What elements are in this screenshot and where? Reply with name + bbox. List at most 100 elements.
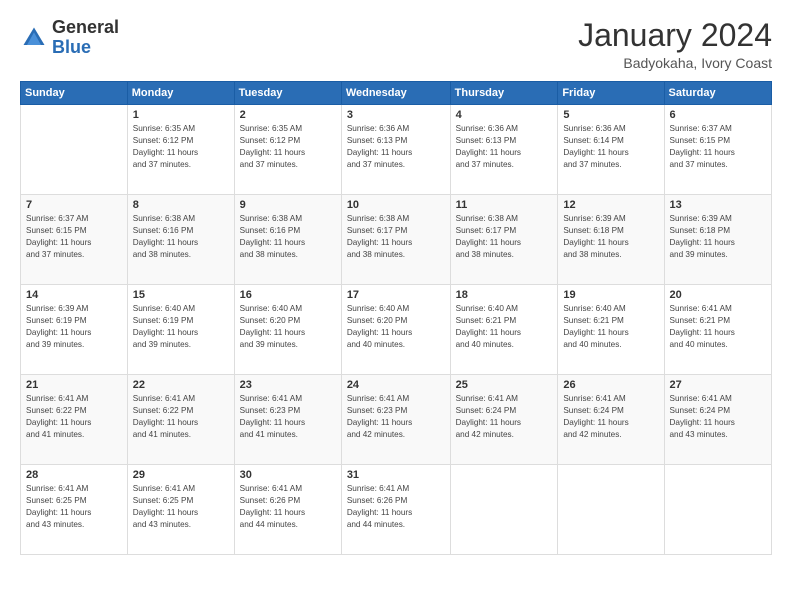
table-row: 6 Sunrise: 6:37 AM Sunset: 6:15 PM Daylig… — [664, 105, 772, 195]
day-number: 28 — [26, 469, 122, 481]
day-info: Sunrise: 6:38 AM Sunset: 6:16 PM Dayligh… — [240, 213, 336, 261]
day-number: 19 — [563, 289, 658, 301]
day-number: 14 — [26, 289, 122, 301]
table-row — [21, 105, 128, 195]
day-info: Sunrise: 6:41 AM Sunset: 6:26 PM Dayligh… — [240, 483, 336, 531]
logo-text: General Blue — [52, 18, 119, 58]
day-info: Sunrise: 6:41 AM Sunset: 6:23 PM Dayligh… — [347, 393, 445, 441]
table-row: 14 Sunrise: 6:39 AM Sunset: 6:19 PM Dayli… — [21, 285, 128, 375]
day-info: Sunrise: 6:40 AM Sunset: 6:19 PM Dayligh… — [133, 303, 229, 351]
day-number: 10 — [347, 199, 445, 211]
day-number: 5 — [563, 109, 658, 121]
table-row: 15 Sunrise: 6:40 AM Sunset: 6:19 PM Dayli… — [127, 285, 234, 375]
col-wednesday: Wednesday — [341, 82, 450, 105]
day-info: Sunrise: 6:40 AM Sunset: 6:20 PM Dayligh… — [240, 303, 336, 351]
day-number: 13 — [670, 199, 767, 211]
day-number: 29 — [133, 469, 229, 481]
day-number: 30 — [240, 469, 336, 481]
day-info: Sunrise: 6:36 AM Sunset: 6:13 PM Dayligh… — [347, 123, 445, 171]
table-row: 13 Sunrise: 6:39 AM Sunset: 6:18 PM Dayli… — [664, 195, 772, 285]
table-row: 7 Sunrise: 6:37 AM Sunset: 6:15 PM Daylig… — [21, 195, 128, 285]
col-monday: Monday — [127, 82, 234, 105]
day-number: 23 — [240, 379, 336, 391]
day-info: Sunrise: 6:35 AM Sunset: 6:12 PM Dayligh… — [240, 123, 336, 171]
table-row: 5 Sunrise: 6:36 AM Sunset: 6:14 PM Daylig… — [558, 105, 664, 195]
table-row: 30 Sunrise: 6:41 AM Sunset: 6:26 PM Dayli… — [234, 465, 341, 555]
table-row: 19 Sunrise: 6:40 AM Sunset: 6:21 PM Dayli… — [558, 285, 664, 375]
table-row: 20Sunrise: 6:41 AM Sunset: 6:21 PM Dayli… — [664, 285, 772, 375]
table-row — [664, 465, 772, 555]
title-month: January 2024 — [578, 18, 772, 53]
table-row: 11Sunrise: 6:38 AM Sunset: 6:17 PM Dayli… — [450, 195, 558, 285]
day-number: 16 — [240, 289, 336, 301]
day-number: 31 — [347, 469, 445, 481]
table-row: 29 Sunrise: 6:41 AM Sunset: 6:25 PM Dayli… — [127, 465, 234, 555]
week-row-5: 28 Sunrise: 6:41 AM Sunset: 6:25 PM Dayli… — [21, 465, 772, 555]
week-row-2: 7 Sunrise: 6:37 AM Sunset: 6:15 PM Daylig… — [21, 195, 772, 285]
table-row: 23 Sunrise: 6:41 AM Sunset: 6:23 PM Dayli… — [234, 375, 341, 465]
title-block: January 2024 Badyokaha, Ivory Coast — [578, 18, 772, 71]
table-row: 25Sunrise: 6:41 AM Sunset: 6:24 PM Dayli… — [450, 375, 558, 465]
day-info: Sunrise: 6:41 AM Sunset: 6:25 PM Dayligh… — [26, 483, 122, 531]
day-info: Sunrise: 6:41 AM Sunset: 6:22 PM Dayligh… — [26, 393, 122, 441]
table-row: 8 Sunrise: 6:38 AM Sunset: 6:16 PM Daylig… — [127, 195, 234, 285]
logo-icon — [20, 24, 48, 52]
day-info: Sunrise: 6:40 AM Sunset: 6:20 PM Dayligh… — [347, 303, 445, 351]
day-number: 12 — [563, 199, 658, 211]
day-info: Sunrise: 6:41 AM Sunset: 6:26 PM Dayligh… — [347, 483, 445, 531]
table-row: 27 Sunrise: 6:41 AM Sunset: 6:24 PM Dayli… — [664, 375, 772, 465]
day-number: 3 — [347, 109, 445, 121]
day-number: 22 — [133, 379, 229, 391]
table-row: 3 Sunrise: 6:36 AM Sunset: 6:13 PM Daylig… — [341, 105, 450, 195]
day-number: 18 — [456, 289, 553, 301]
day-number: 4 — [456, 109, 553, 121]
table-row: 10Sunrise: 6:38 AM Sunset: 6:17 PM Dayli… — [341, 195, 450, 285]
table-row: 12 Sunrise: 6:39 AM Sunset: 6:18 PM Dayli… — [558, 195, 664, 285]
day-number: 8 — [133, 199, 229, 211]
table-row: 9 Sunrise: 6:38 AM Sunset: 6:16 PM Daylig… — [234, 195, 341, 285]
col-saturday: Saturday — [664, 82, 772, 105]
col-tuesday: Tuesday — [234, 82, 341, 105]
day-number: 26 — [563, 379, 658, 391]
logo-blue: Blue — [52, 37, 91, 57]
day-number: 9 — [240, 199, 336, 211]
table-row: 17Sunrise: 6:40 AM Sunset: 6:20 PM Dayli… — [341, 285, 450, 375]
day-info: Sunrise: 6:39 AM Sunset: 6:18 PM Dayligh… — [670, 213, 767, 261]
col-thursday: Thursday — [450, 82, 558, 105]
table-row: 22 Sunrise: 6:41 AM Sunset: 6:22 PM Dayli… — [127, 375, 234, 465]
day-number: 11 — [456, 199, 553, 211]
day-number: 15 — [133, 289, 229, 301]
day-info: Sunrise: 6:39 AM Sunset: 6:18 PM Dayligh… — [563, 213, 658, 261]
calendar-header-row: Sunday Monday Tuesday Wednesday Thursday… — [21, 82, 772, 105]
day-info: Sunrise: 6:36 AM Sunset: 6:14 PM Dayligh… — [563, 123, 658, 171]
day-info: Sunrise: 6:41 AM Sunset: 6:22 PM Dayligh… — [133, 393, 229, 441]
day-info: Sunrise: 6:41 AM Sunset: 6:24 PM Dayligh… — [670, 393, 767, 441]
week-row-4: 21 Sunrise: 6:41 AM Sunset: 6:22 PM Dayli… — [21, 375, 772, 465]
week-row-3: 14 Sunrise: 6:39 AM Sunset: 6:19 PM Dayli… — [21, 285, 772, 375]
page: General Blue January 2024 Badyokaha, Ivo… — [0, 0, 792, 612]
day-info: Sunrise: 6:41 AM Sunset: 6:25 PM Dayligh… — [133, 483, 229, 531]
table-row: 24Sunrise: 6:41 AM Sunset: 6:23 PM Dayli… — [341, 375, 450, 465]
day-number: 25 — [456, 379, 553, 391]
day-number: 6 — [670, 109, 767, 121]
day-number: 27 — [670, 379, 767, 391]
day-info: Sunrise: 6:38 AM Sunset: 6:16 PM Dayligh… — [133, 213, 229, 261]
day-number: 21 — [26, 379, 122, 391]
day-number: 2 — [240, 109, 336, 121]
week-row-1: 1Sunrise: 6:35 AM Sunset: 6:12 PM Daylig… — [21, 105, 772, 195]
day-info: Sunrise: 6:40 AM Sunset: 6:21 PM Dayligh… — [563, 303, 658, 351]
day-info: Sunrise: 6:36 AM Sunset: 6:13 PM Dayligh… — [456, 123, 553, 171]
table-row: 4 Sunrise: 6:36 AM Sunset: 6:13 PM Daylig… — [450, 105, 558, 195]
day-info: Sunrise: 6:35 AM Sunset: 6:12 PM Dayligh… — [133, 123, 229, 171]
day-info: Sunrise: 6:37 AM Sunset: 6:15 PM Dayligh… — [670, 123, 767, 171]
day-info: Sunrise: 6:39 AM Sunset: 6:19 PM Dayligh… — [26, 303, 122, 351]
day-number: 7 — [26, 199, 122, 211]
table-row: 26Sunrise: 6:41 AM Sunset: 6:24 PM Dayli… — [558, 375, 664, 465]
table-row: 21 Sunrise: 6:41 AM Sunset: 6:22 PM Dayli… — [21, 375, 128, 465]
calendar-table: Sunday Monday Tuesday Wednesday Thursday… — [20, 81, 772, 555]
day-info: Sunrise: 6:41 AM Sunset: 6:23 PM Dayligh… — [240, 393, 336, 441]
table-row: 18Sunrise: 6:40 AM Sunset: 6:21 PM Dayli… — [450, 285, 558, 375]
day-info: Sunrise: 6:37 AM Sunset: 6:15 PM Dayligh… — [26, 213, 122, 261]
col-friday: Friday — [558, 82, 664, 105]
day-info: Sunrise: 6:41 AM Sunset: 6:21 PM Dayligh… — [670, 303, 767, 351]
